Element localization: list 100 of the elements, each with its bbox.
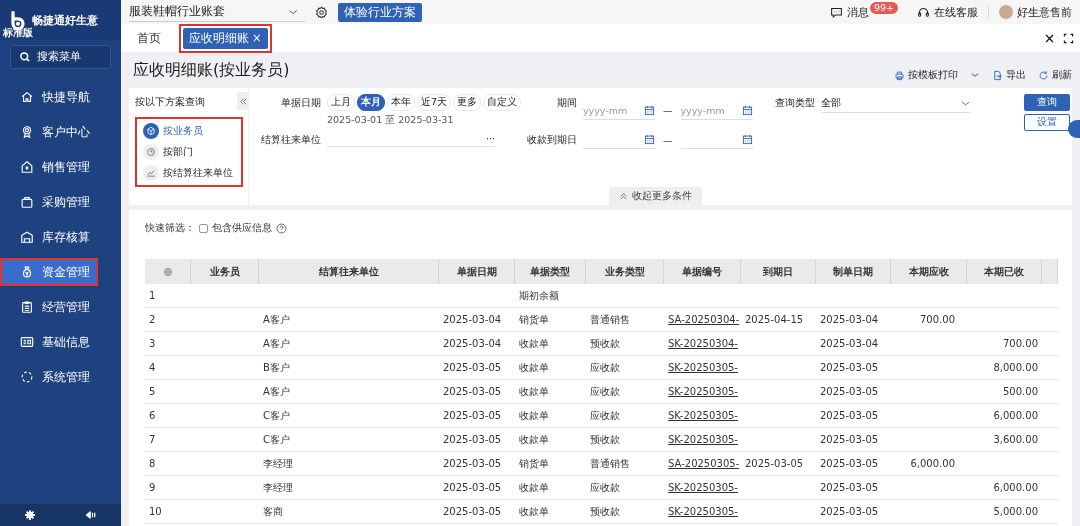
- row-number: 8: [149, 458, 156, 469]
- column-header[interactable]: 到期日: [763, 264, 793, 279]
- table-cell: 2025-03-04: [443, 338, 502, 349]
- table-cell: 2025-03-05: [443, 506, 502, 517]
- document-link[interactable]: SA-20250305-: [668, 458, 740, 469]
- sidebar-item[interactable]: 基础信息: [0, 328, 98, 356]
- refresh-button[interactable]: 刷新: [1038, 68, 1072, 82]
- scheme-option[interactable]: 按结算往来单位: [143, 165, 241, 181]
- date-preset-chip[interactable]: 本月: [357, 94, 385, 111]
- field-label: 期间: [556, 96, 577, 110]
- sidebar-item[interactable]: 系统管理: [0, 363, 98, 391]
- account-set-dropdown[interactable]: 服装鞋帽行业账套: [129, 2, 305, 22]
- scheme-option[interactable]: 按部门: [143, 144, 241, 160]
- query-button[interactable]: 查询: [1024, 94, 1070, 111]
- table-cell: 2025-03-05: [820, 410, 879, 421]
- sidebar-item[interactable]: 快捷导航: [0, 83, 98, 111]
- date-preset-chip[interactable]: 近7天: [417, 94, 452, 111]
- document-link[interactable]: SA-20250304-: [668, 314, 740, 325]
- table-cell: 2025-03-05: [820, 482, 879, 493]
- table-cell: 6,000.00: [993, 410, 1038, 421]
- table-cell: 普通销售: [590, 456, 630, 471]
- date-preset-chip[interactable]: 上月: [327, 94, 355, 111]
- online-support-button[interactable]: 在线客服: [917, 4, 978, 20]
- unread-badge: 99+: [870, 1, 899, 14]
- calendar-icon: [644, 104, 655, 116]
- table-cell: 应收款: [590, 384, 620, 399]
- document-link[interactable]: SK-20250305-: [668, 506, 738, 517]
- document-link[interactable]: SK-20250305-: [668, 434, 738, 445]
- sidebar-item[interactable]: 采购管理: [0, 188, 98, 216]
- close-tab-button[interactable]: ×: [252, 31, 262, 45]
- table-cell: 销货单: [519, 312, 549, 327]
- table-cell: 2025-03-05: [820, 434, 879, 445]
- table-cell: 李经理: [263, 456, 293, 471]
- more-button[interactable]: ···: [485, 133, 495, 144]
- sidebar-item[interactable]: 库存核算: [0, 223, 98, 251]
- chevron-down-icon[interactable]: [970, 70, 980, 80]
- sidebar-item[interactable]: 销售管理: [0, 153, 98, 181]
- query-type-dropdown[interactable]: 全部: [821, 94, 971, 113]
- table-cell: B客户: [263, 360, 290, 375]
- messages-button[interactable]: 消息: [830, 4, 869, 20]
- print-button[interactable]: 按模板打印: [894, 68, 958, 82]
- quick-filter-label: 快速筛选：: [145, 221, 195, 235]
- table-cell: 普通销售: [590, 312, 630, 327]
- settings-button[interactable]: 设置: [1024, 114, 1070, 131]
- collapse-conditions-button[interactable]: 收起更多条件: [609, 187, 702, 205]
- column-header[interactable]: 单据日期: [456, 264, 497, 279]
- collapse-panel-button[interactable]: [237, 92, 249, 110]
- field-label: 结算往来单位: [260, 133, 321, 147]
- export-icon: [992, 69, 1003, 81]
- date-preset-chip[interactable]: 本年: [387, 94, 415, 111]
- column-header[interactable]: 本期已收: [984, 264, 1024, 279]
- double-chevron-left-icon: [238, 96, 248, 106]
- table-cell: 2025-03-05: [820, 506, 879, 517]
- column-header[interactable]: 本期应收: [908, 264, 949, 279]
- sidebar-item[interactable]: 资金管理: [0, 258, 98, 286]
- column-header[interactable]: 单据类型: [530, 264, 570, 279]
- table-cell: 2025-03-05: [820, 386, 879, 397]
- document-link[interactable]: SK-20250305-: [668, 386, 738, 397]
- user-menu[interactable]: 好生意售前: [999, 4, 1072, 20]
- column-header[interactable]: 业务员: [209, 264, 240, 279]
- sidebar-item[interactable]: 客户中心: [0, 118, 98, 146]
- field-label: 单据日期: [280, 96, 321, 110]
- settings-icon[interactable]: [315, 5, 328, 19]
- page-tab[interactable]: 首页: [131, 27, 167, 49]
- trial-solution-button[interactable]: 体验行业方案: [338, 2, 422, 22]
- document-link[interactable]: SK-20250305-: [668, 482, 738, 493]
- collapse-sidebar-icon[interactable]: [84, 509, 97, 521]
- document-link[interactable]: SK-20250305-: [668, 362, 738, 373]
- table-cell: 8,000.00: [993, 362, 1038, 373]
- floating-assistant-icon[interactable]: [1068, 120, 1080, 138]
- table-cell: 6,000.00: [910, 458, 955, 469]
- table-cell: 3,600.00: [993, 434, 1038, 445]
- table-cell: 收款单: [519, 504, 549, 519]
- bag-icon: [20, 195, 34, 209]
- table-cell: 2025-03-04: [443, 314, 502, 325]
- date-preset-chip[interactable]: 更多: [453, 94, 482, 111]
- scheme-option[interactable]: 按业务员: [143, 123, 241, 139]
- search-icon: [19, 51, 31, 63]
- document-link[interactable]: SK-20250304-: [668, 338, 738, 349]
- table-cell: 6,000.00: [993, 482, 1038, 493]
- column-header[interactable]: 业务类型: [604, 264, 645, 279]
- column-settings-icon[interactable]: [162, 266, 173, 277]
- document-link[interactable]: SK-20250305-: [668, 410, 738, 421]
- date-preset-chip[interactable]: 自定义: [483, 94, 522, 111]
- column-header[interactable]: 单据编号: [682, 264, 722, 279]
- help-icon[interactable]: [276, 222, 287, 234]
- page-title: 应收明细账(按业务员): [133, 59, 290, 81]
- export-button[interactable]: 导出: [992, 68, 1026, 82]
- column-header[interactable]: 结算往来单位: [318, 264, 379, 279]
- sidebar-item[interactable]: 经营管理: [0, 293, 98, 321]
- close-icon[interactable]: [1044, 32, 1055, 44]
- column-header[interactable]: 制单日期: [833, 264, 873, 279]
- checkbox[interactable]: [199, 223, 208, 233]
- partner-field[interactable]: ···: [327, 131, 495, 147]
- fullscreen-icon[interactable]: [1063, 32, 1074, 44]
- table-cell: 期初余额: [519, 288, 559, 303]
- page-tab[interactable]: 应收明细账 ×: [183, 27, 268, 49]
- table-cell: 收款单: [519, 480, 549, 495]
- table-cell: 2025-03-05: [443, 482, 502, 493]
- menu-search-field[interactable]: 搜索菜单: [10, 45, 111, 69]
